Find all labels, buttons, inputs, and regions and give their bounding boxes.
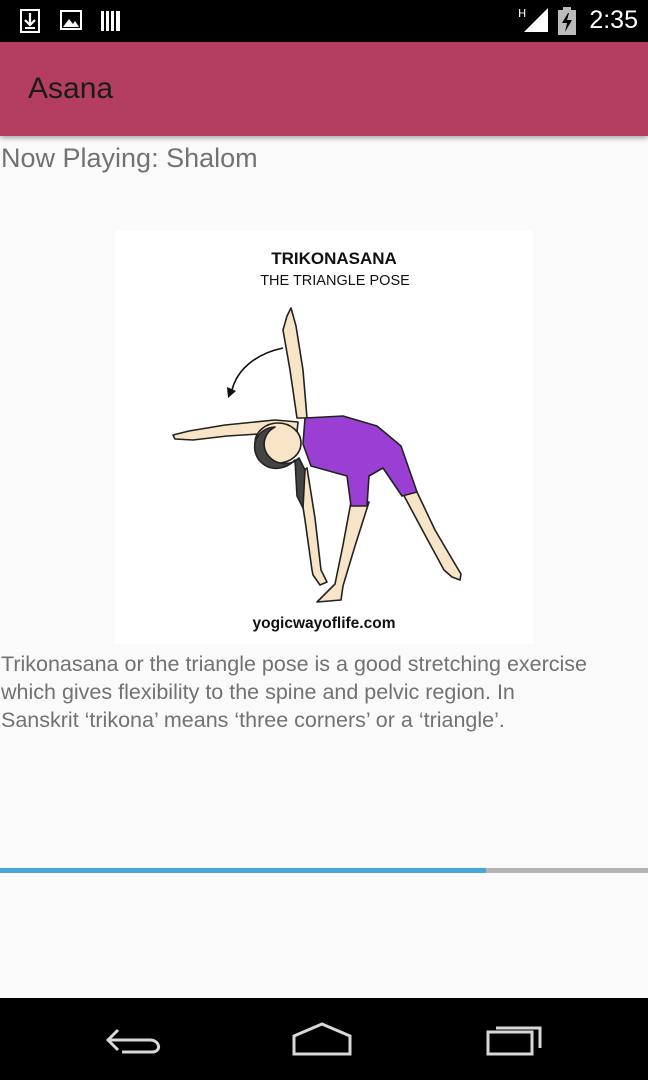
battery-charging-icon xyxy=(558,7,576,39)
playback-progress-fill xyxy=(0,868,486,873)
status-bar: H 2:35 xyxy=(0,0,648,42)
signal-icon: H xyxy=(518,6,550,38)
yoga-figure xyxy=(172,307,462,603)
image-icon xyxy=(60,9,82,35)
app-title: Asana xyxy=(28,72,114,105)
motion-arrow-icon xyxy=(227,347,284,398)
pose-illustration: TRIKONASANA THE TRIANGLE POSE yogicwayof… xyxy=(115,230,533,644)
back-icon[interactable] xyxy=(100,1018,170,1062)
pose-description: Trikonasana or the triangle pose is a go… xyxy=(1,652,588,732)
now-playing-label: Now Playing: Shalom xyxy=(1,143,258,173)
screen: H 2:35 Asana Now Playing: Shalom TRIKONA… xyxy=(0,0,648,1080)
pose-subtitle: THE TRIANGLE POSE xyxy=(260,273,410,289)
recents-icon[interactable] xyxy=(480,1018,550,1062)
barcode-icon xyxy=(100,9,122,37)
network-type-label: H xyxy=(518,7,526,20)
home-icon[interactable] xyxy=(288,1018,358,1062)
playback-progress-bar[interactable] xyxy=(0,868,648,873)
navigation-bar xyxy=(0,998,648,1080)
status-time: 2:35 xyxy=(589,6,638,34)
pose-credit: yogicwayoflife.com xyxy=(253,615,396,632)
pose-title: TRIKONASANA xyxy=(271,249,397,268)
app-bar: Asana xyxy=(0,42,648,136)
download-icon xyxy=(20,9,40,37)
